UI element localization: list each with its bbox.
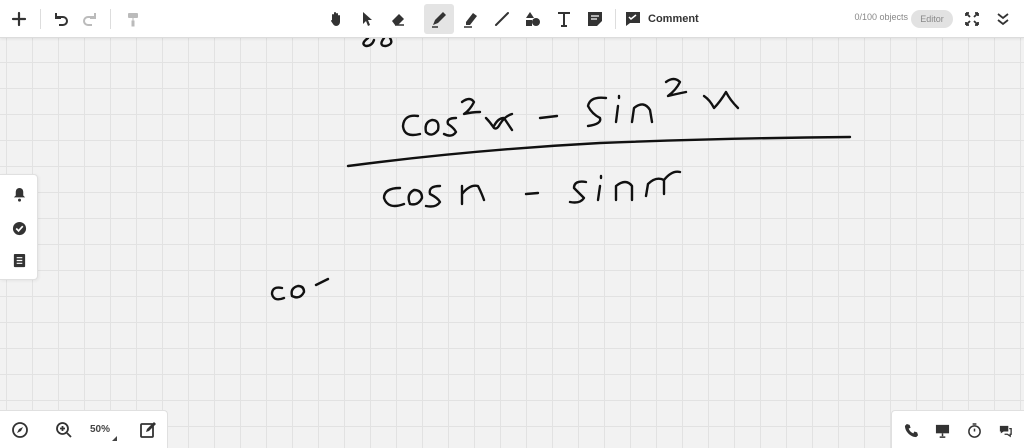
ink-denominator-s — [424, 184, 442, 208]
ink-numerator-s — [442, 116, 458, 137]
bell-icon — [13, 187, 25, 202]
navigate-button[interactable] — [6, 416, 34, 444]
object-count: 0/100 objects — [854, 12, 908, 22]
ink-denominator-c — [382, 186, 406, 208]
ink-denominator-sin-i — [596, 174, 603, 202]
whiteboard-canvas[interactable] — [0, 0, 1024, 448]
tasks-button[interactable] — [6, 215, 32, 241]
shapes-tool-button[interactable] — [518, 4, 548, 34]
shapes-icon — [526, 12, 540, 26]
fullscreen-button[interactable] — [957, 4, 987, 34]
top-toolbar: Comment 0/100 objects Editor — [0, 0, 1024, 38]
ink-numerator-sup2b — [664, 77, 688, 98]
ink-fraction-bar — [346, 135, 852, 168]
undo-icon — [55, 13, 68, 26]
comment-icon — [626, 12, 640, 26]
plus-icon — [11, 11, 27, 27]
zoom-level[interactable]: 50% — [84, 424, 116, 435]
phone-icon — [904, 423, 918, 437]
toolbar-divider — [110, 9, 111, 29]
chat-button[interactable] — [993, 418, 1017, 442]
double-chevron-down-icon — [997, 13, 1009, 26]
paint-roller-icon — [128, 13, 138, 27]
ink-numerator-minus — [538, 114, 559, 120]
pages-list-button[interactable] — [6, 247, 32, 273]
fullscreen-icon — [965, 12, 979, 26]
collapse-toolbar-button[interactable] — [988, 4, 1018, 34]
ink-lower-o — [290, 284, 306, 299]
eraser-tool-button[interactable] — [383, 4, 413, 34]
notifications-button[interactable] — [6, 181, 32, 207]
ink-numerator-c — [401, 114, 422, 137]
left-side-panel — [0, 174, 38, 280]
bottom-right-controls — [891, 410, 1024, 448]
presentation-icon — [935, 424, 949, 438]
ink-numerator-sup2 — [460, 97, 482, 116]
line-icon — [495, 12, 509, 26]
toolbar-divider — [40, 9, 41, 29]
comment-label: Comment — [648, 13, 699, 25]
ink-numerator-x — [484, 112, 514, 132]
edit-page-button[interactable] — [134, 416, 162, 444]
ink-stroke-top — [362, 36, 393, 48]
chat-icon — [999, 425, 1012, 437]
ink-numerator-sin-n — [630, 103, 654, 124]
bottom-left-controls: 50% — [0, 410, 168, 448]
redo-button[interactable] — [76, 4, 106, 34]
timer-button[interactable] — [962, 418, 986, 442]
comment-button[interactable]: Comment — [624, 4, 704, 34]
line-tool-button[interactable] — [487, 4, 517, 34]
ink-lower-dash — [314, 277, 330, 287]
ink-numerator-o — [424, 118, 440, 136]
ink-denominator-minus — [524, 191, 540, 196]
call-button[interactable] — [899, 418, 923, 442]
highlighter-icon — [464, 13, 477, 28]
eraser-icon — [392, 14, 404, 26]
mode-badge[interactable]: Editor — [911, 10, 953, 28]
ink-denominator-sin-n — [614, 180, 634, 202]
add-button[interactable] — [4, 4, 34, 34]
pan-tool-button[interactable] — [321, 4, 351, 34]
ink-lower-c — [270, 286, 286, 301]
select-tool-button[interactable] — [352, 4, 382, 34]
ink-numerator-x2 — [702, 90, 740, 110]
zoom-in-icon — [56, 422, 72, 438]
text-tool-button[interactable] — [549, 4, 579, 34]
sticky-note-button[interactable] — [580, 4, 610, 34]
text-icon — [558, 12, 570, 27]
ink-numerator-sin-i — [614, 94, 621, 124]
timer-icon — [967, 422, 981, 438]
check-circle-icon — [12, 221, 26, 235]
sticky-note-icon — [588, 12, 602, 26]
pen-tool-button[interactable] — [424, 4, 454, 34]
list-icon — [13, 253, 25, 267]
ink-denominator-x2 — [644, 170, 682, 198]
redo-icon — [83, 13, 96, 26]
present-button[interactable] — [930, 418, 954, 442]
format-painter-button[interactable] — [118, 4, 148, 34]
edit-icon — [140, 422, 156, 438]
zoom-in-button[interactable] — [50, 416, 78, 444]
ink-numerator-sin-s — [586, 96, 608, 128]
ink-denominator-o — [407, 188, 424, 206]
cursor-arrow-icon — [363, 12, 372, 26]
ink-denominator-x — [460, 184, 486, 206]
hand-icon — [331, 12, 340, 26]
pen-icon — [432, 12, 446, 28]
zoom-dropdown-indicator — [112, 436, 117, 441]
ink-denominator-sin-s — [568, 180, 588, 204]
compass-icon — [12, 422, 28, 438]
highlighter-tool-button[interactable] — [456, 4, 486, 34]
toolbar-divider — [615, 9, 616, 29]
undo-button[interactable] — [45, 4, 75, 34]
